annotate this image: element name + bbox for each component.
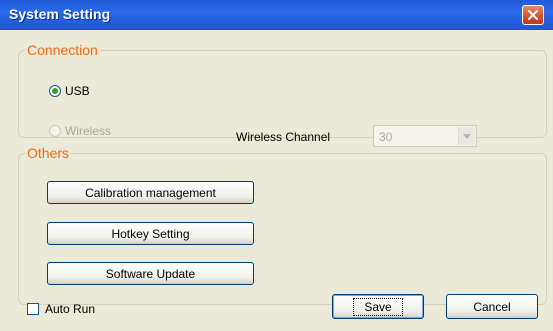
wireless-channel-select[interactable]: 30 [373,125,477,147]
connection-legend: Connection [27,42,98,58]
others-group: Others Calibration management Hotkey Set… [18,145,547,305]
calibration-management-button[interactable]: Calibration management [47,181,254,204]
system-setting-dialog: System Setting Connection USB Wireless W… [0,0,553,331]
auto-run-checkbox[interactable]: Auto Run [27,302,95,316]
hotkey-setting-button[interactable]: Hotkey Setting [47,222,254,245]
radio-selected-icon [49,85,61,97]
wireless-label: Wireless [65,124,112,138]
wireless-channel-label: Wireless Channel [236,130,331,144]
connection-group: Connection USB Wireless Wireless Channel… [18,42,547,147]
chevron-down-icon[interactable] [458,127,475,145]
wireless-radio[interactable]: Wireless [49,124,111,138]
auto-run-label: Auto Run [45,302,96,316]
dialog-body: Connection USB Wireless Wireless Channel… [3,30,550,328]
software-update-button[interactable]: Software Update [47,262,254,285]
radio-unselected-icon [49,125,61,137]
others-legend: Others [27,145,70,161]
close-button[interactable] [522,5,544,25]
wireless-channel-value: 30 [379,130,393,144]
usb-label: USB [65,84,90,98]
window-title: System Setting [9,6,111,22]
usb-radio[interactable]: USB [49,84,90,98]
cancel-button[interactable]: Cancel [446,294,538,319]
close-icon [528,10,538,20]
checkbox-unchecked-icon [27,303,39,315]
save-label: Save [353,297,403,316]
save-button[interactable]: Save [332,294,424,319]
title-bar[interactable]: System Setting [0,0,553,30]
